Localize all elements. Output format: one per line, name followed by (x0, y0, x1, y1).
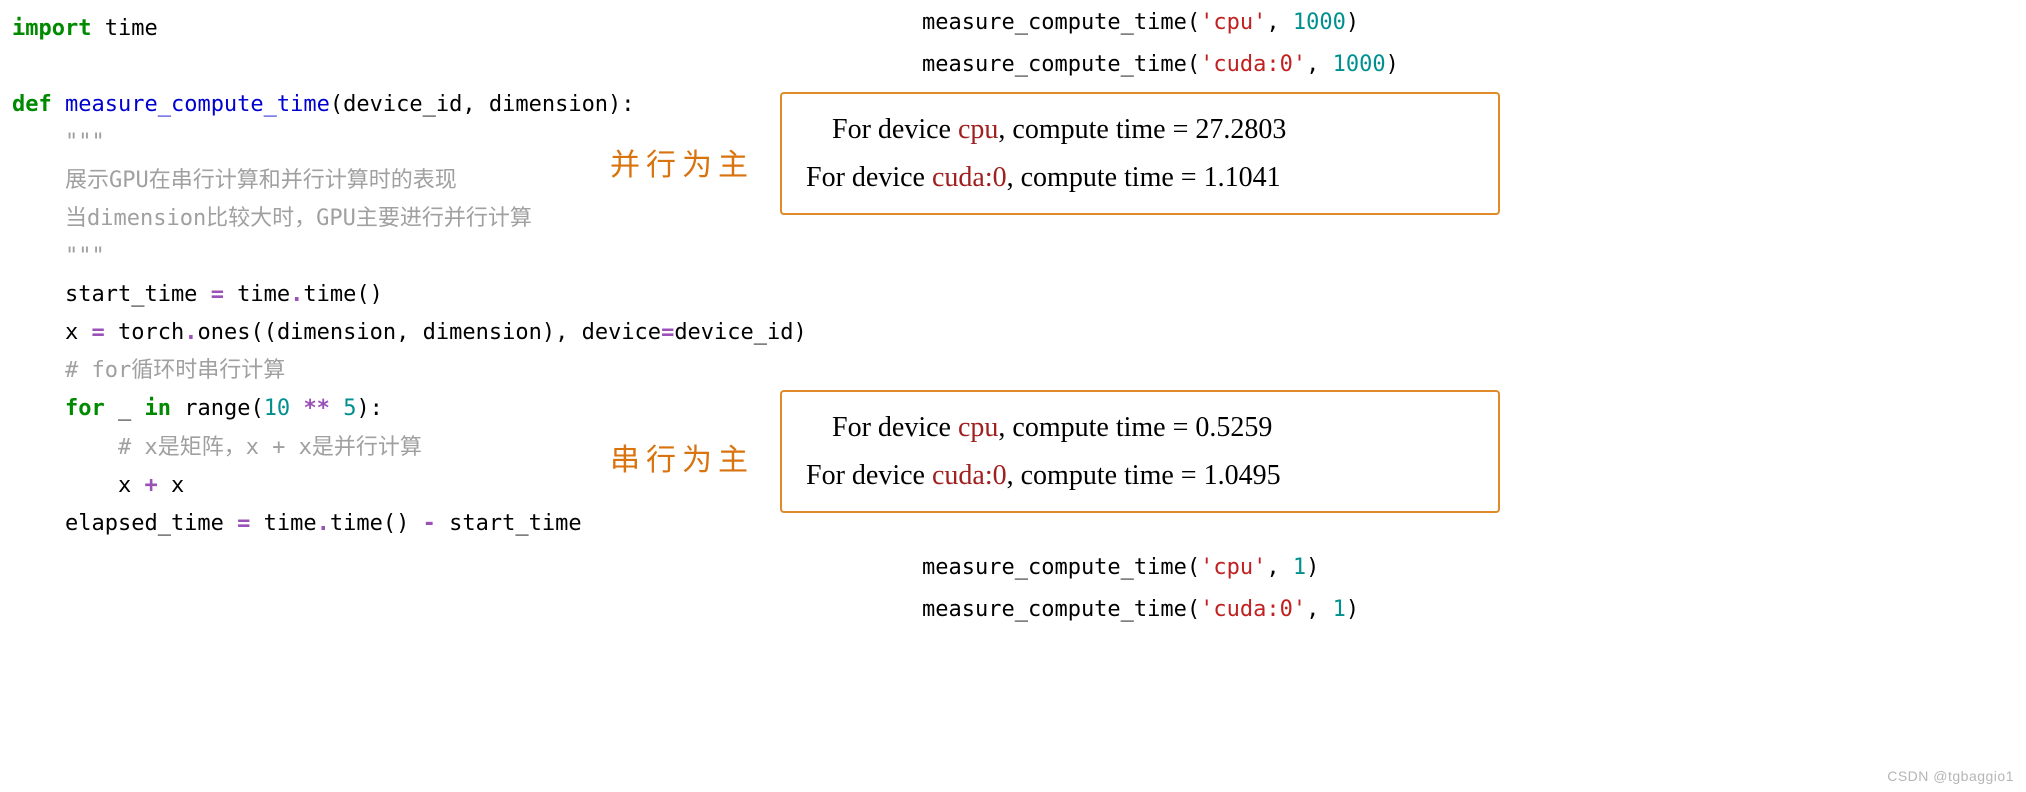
code-line: for _ in range(10 ** 5): (12, 390, 807, 428)
code-line: x = torch.ones((dimension, dimension), d… (12, 314, 807, 352)
result-line: For device cuda:0, compute time = 1.0495 (806, 452, 1474, 500)
call-line: measure_compute_time('cpu', 1000) (922, 10, 1359, 35)
result-line: For device cpu, compute time = 27.2803 (806, 106, 1474, 154)
call-line: measure_compute_time('cpu', 1) (922, 555, 1319, 580)
result-box-parallel: For device cpu, compute time = 27.2803 F… (780, 92, 1500, 215)
code-line: def measure_compute_time(device_id, dime… (12, 86, 807, 124)
code-line: import time (12, 10, 807, 48)
docstring-line: 当dimension比较大时，GPU主要进行并行计算 (12, 200, 807, 238)
comment-line: # for循环时串行计算 (12, 352, 807, 390)
result-line: For device cpu, compute time = 0.5259 (806, 404, 1474, 452)
call-line: measure_compute_time('cuda:0', 1000) (922, 52, 1399, 77)
code-line-blank (12, 48, 807, 86)
docstring-close: """ (12, 238, 807, 276)
keyword-import: import (12, 16, 91, 41)
code-line: elapsed_time = time.time() - start_time (12, 505, 807, 543)
annotation-serial: 串行为主 (610, 435, 754, 479)
result-box-serial: For device cpu, compute time = 0.5259 Fo… (780, 390, 1500, 513)
call-line: measure_compute_time('cuda:0', 1) (922, 597, 1359, 622)
watermark: CSDN @tgbaggio1 (1887, 768, 2014, 784)
keyword-def: def (12, 92, 52, 117)
annotation-parallel: 并行为主 (610, 140, 754, 184)
result-line: For device cuda:0, compute time = 1.1041 (806, 154, 1474, 202)
function-name: measure_compute_time (52, 92, 330, 117)
code-line: start_time = time.time() (12, 276, 807, 314)
